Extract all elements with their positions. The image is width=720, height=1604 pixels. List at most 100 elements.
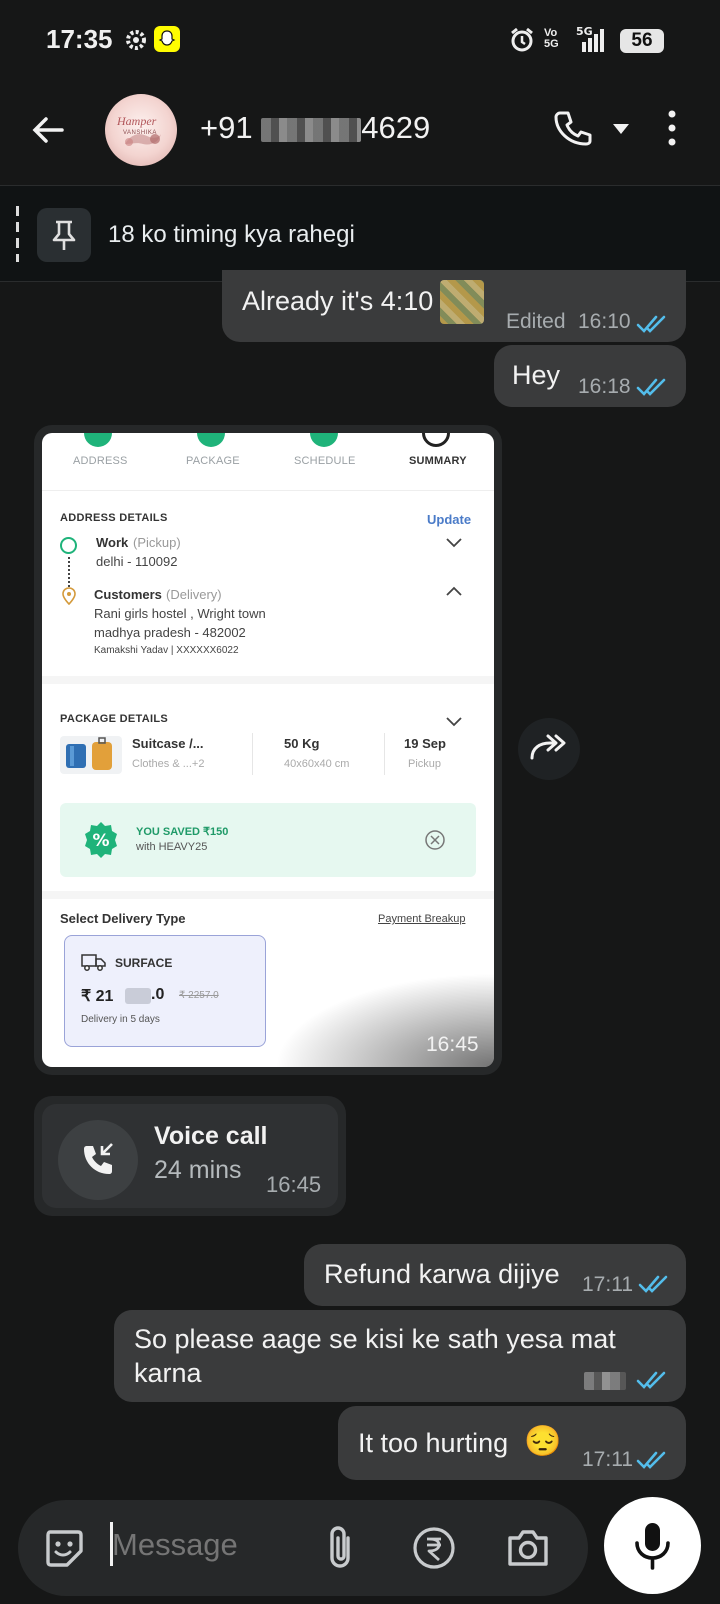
more-options-icon[interactable]: [668, 110, 676, 151]
step-done-icon: [84, 433, 112, 447]
incoming-call-icon: [58, 1120, 138, 1200]
message-bubble[interactable]: Already it's 4:10 Edited 16:10: [222, 270, 686, 342]
attachment-icon[interactable]: [324, 1524, 358, 1577]
message-input[interactable]: [110, 1518, 310, 1572]
savings-banner: % YOU SAVED ₹150 with HEAVY25: [60, 803, 476, 877]
double-tick-icon: [638, 1274, 672, 1299]
pinned-message-bar[interactable]: 18 ko timing kya rahegi: [0, 186, 720, 282]
package-weight: 50 Kg: [284, 736, 320, 751]
truck-icon: [81, 952, 107, 977]
step-label: SUMMARY: [409, 455, 467, 467]
step-current-icon: [422, 433, 450, 447]
pickup-date-label: Pickup: [408, 758, 442, 770]
message-text: So please aage se kisi ke sath yesa mat …: [134, 1324, 616, 1388]
route-line: [68, 557, 70, 587]
package-details-header: PACKAGE DETAILS: [60, 713, 168, 725]
status-time: 17:35: [46, 24, 113, 54]
avatar[interactable]: Hamper VANSHIKA: [105, 94, 177, 166]
address-details-header: ADDRESS DETAILS: [60, 512, 168, 524]
message-text: Refund karwa dijiye: [324, 1259, 560, 1289]
message-time: 16:45: [426, 1033, 479, 1056]
signal-icon: 5G: [568, 24, 610, 59]
alarm-icon: [508, 26, 536, 59]
volte-icon: Vo 5G: [544, 27, 559, 50]
redacted-price: [125, 988, 151, 1004]
double-tick-icon: [636, 1450, 670, 1475]
chevron-down-icon[interactable]: [446, 535, 462, 553]
message-bubble[interactable]: Hey 16:18: [494, 345, 686, 407]
payment-breakup-link[interactable]: Payment Breakup: [378, 913, 465, 925]
phone-icon[interactable]: [552, 108, 592, 153]
message-text: Hey: [512, 360, 561, 390]
message-time: 16:18: [578, 375, 631, 398]
message-composer: [18, 1500, 588, 1596]
package-name: Suitcase /...: [132, 736, 204, 751]
pensive-emoji: 😔: [524, 1425, 562, 1458]
forward-icon: [530, 734, 566, 760]
delivery-contact: Kamakshi Yadav | XXXXXX6022: [94, 645, 239, 656]
delivery-tag: (Delivery): [166, 587, 222, 602]
delivery-type-header: Select Delivery Type: [60, 911, 186, 926]
chevron-up-icon[interactable]: [446, 583, 462, 601]
pickup-date: 19 Sep: [404, 736, 446, 751]
saved-title: YOU SAVED ₹150: [136, 826, 229, 838]
battery-icon: 56: [620, 29, 664, 53]
gear-icon: [124, 28, 148, 57]
microphone-icon: [635, 1523, 670, 1570]
contact-prefix: +91: [200, 110, 253, 145]
price-suffix: .0: [151, 986, 165, 1003]
pinned-text: 18 ko timing kya rahegi: [108, 221, 355, 248]
chevron-down-icon[interactable]: [446, 714, 462, 732]
message-text: It too hurting: [358, 1428, 509, 1458]
section-divider: [42, 676, 494, 684]
redacted-time: [584, 1372, 626, 1390]
blurred-emoji: [440, 280, 484, 324]
sticker-icon[interactable]: [42, 1526, 86, 1575]
delivery-title: Customers: [94, 587, 162, 602]
section-divider: [42, 891, 494, 899]
message-bubble[interactable]: It too hurting 😔 17:11: [338, 1406, 686, 1480]
surface-option-card[interactable]: SURFACE ₹ 21 .0 ₹ 2257.0 Delivery in 5 d…: [64, 935, 266, 1047]
contact-suffix: 4629: [361, 110, 431, 145]
status-bar: 17:35 Vo 5G 5G 56: [0, 0, 720, 82]
message-bubble[interactable]: Refund karwa dijiye 17:11: [304, 1244, 686, 1306]
shared-screenshot-image[interactable]: ADDRESS PACKAGE SCHEDULE SUMMARY ADDRESS…: [42, 433, 494, 1067]
message-time: 17:11: [582, 1448, 633, 1471]
discount-badge-icon: %: [82, 821, 120, 864]
step-done-icon: [197, 433, 225, 447]
step-label: ADDRESS: [73, 455, 128, 467]
double-tick-icon: [636, 377, 670, 402]
package-subtitle: Clothes & ...+2: [132, 758, 205, 770]
update-link[interactable]: Update: [427, 512, 471, 527]
surface-label: SURFACE: [115, 956, 173, 970]
call-duration: 24 mins: [154, 1156, 242, 1184]
message-time: 16:10: [578, 310, 631, 333]
voice-call-bubble[interactable]: Voice call 24 mins 16:45: [34, 1096, 346, 1216]
step-label: SCHEDULE: [294, 455, 356, 467]
svg-text:5G: 5G: [576, 25, 593, 38]
voice-record-button[interactable]: [604, 1497, 701, 1594]
rupee-payment-icon[interactable]: [412, 1526, 456, 1575]
old-price: ₹ 2257.0: [179, 990, 219, 1001]
message-bubble[interactable]: So please aage se kisi ke sath yesa mat …: [114, 1310, 686, 1402]
pickup-tag: (Pickup): [133, 535, 181, 550]
forward-button[interactable]: [518, 718, 580, 780]
step-label: PACKAGE: [186, 455, 240, 467]
step-done-icon: [310, 433, 338, 447]
pinned-indicator: [16, 206, 19, 262]
message-time: 17:11: [582, 1273, 633, 1296]
back-arrow-icon[interactable]: [30, 112, 66, 153]
camera-icon[interactable]: [506, 1528, 550, 1573]
contact-name[interactable]: +91 4629: [200, 110, 430, 146]
message-text: Already it's 4:10: [242, 286, 434, 316]
redacted-number: [261, 117, 362, 142]
price-prefix: ₹ 21: [81, 988, 114, 1005]
chat-header: Hamper VANSHIKA +91 4629: [0, 82, 720, 186]
delivery-eta: Delivery in 5 days: [81, 1014, 160, 1025]
close-circle-icon[interactable]: [424, 829, 446, 856]
svg-text:%: %: [92, 831, 109, 851]
delivery-line2: madhya pradesh - 482002: [94, 625, 246, 640]
message-time: 16:45: [266, 1172, 322, 1197]
snapchat-icon: [154, 26, 180, 52]
call-dropdown-icon[interactable]: [612, 122, 630, 140]
